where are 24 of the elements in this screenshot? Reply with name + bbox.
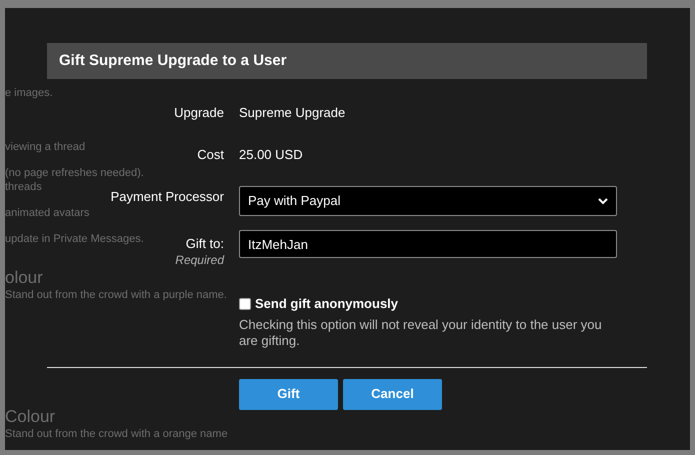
field-label: Gift to: bbox=[186, 236, 224, 252]
required-hint: Required bbox=[175, 252, 224, 268]
field-label: Payment Processor bbox=[110, 189, 224, 205]
anonymous-checkbox[interactable] bbox=[239, 298, 251, 310]
field-value: 25.00 USD bbox=[239, 146, 303, 164]
background-text: (no page refreshes needed). bbox=[5, 166, 144, 180]
background-text: viewing a thread bbox=[5, 140, 86, 154]
background-text: update in Private Messages. bbox=[5, 232, 144, 246]
background-text: animated avatars bbox=[5, 206, 90, 220]
background-heading: olour bbox=[5, 268, 43, 288]
chevron-down-icon bbox=[598, 198, 608, 204]
recipient-input[interactable]: ItzMehJan bbox=[239, 230, 617, 258]
field-label: Cost bbox=[197, 147, 224, 163]
background-text: threads bbox=[5, 180, 42, 194]
background-text: e images. bbox=[5, 86, 53, 100]
payment-select[interactable]: Pay with Paypal bbox=[239, 186, 617, 216]
background-text: Stand out from the crowd with a orange name bbox=[5, 427, 228, 441]
dialog-title: Gift Supreme Upgrade to a User bbox=[59, 50, 287, 71]
background-text: Stand out from the crowd with a purple name. bbox=[5, 288, 227, 302]
field-label: Upgrade bbox=[174, 105, 224, 121]
field-value: Supreme Upgrade bbox=[239, 104, 346, 122]
option-explanation: Checking this option will not reveal your identity to the user you are gifting. bbox=[239, 316, 603, 348]
checkbox-label: Send gift anonymously bbox=[255, 295, 398, 313]
background-heading: Colour bbox=[5, 407, 56, 427]
